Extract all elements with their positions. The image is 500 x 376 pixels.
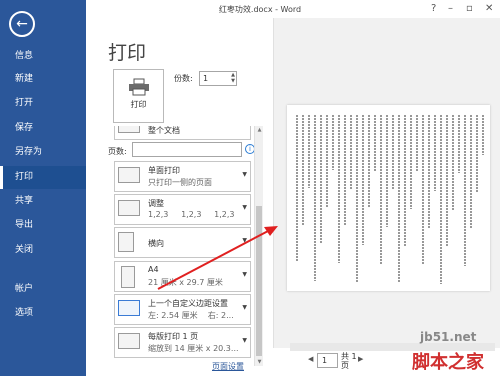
annotation-arrow: [157, 226, 278, 290]
watermark-url: jb51.net: [420, 330, 477, 344]
watermark-text: 脚本之家: [412, 352, 484, 373]
arrow-line: [157, 229, 271, 290]
